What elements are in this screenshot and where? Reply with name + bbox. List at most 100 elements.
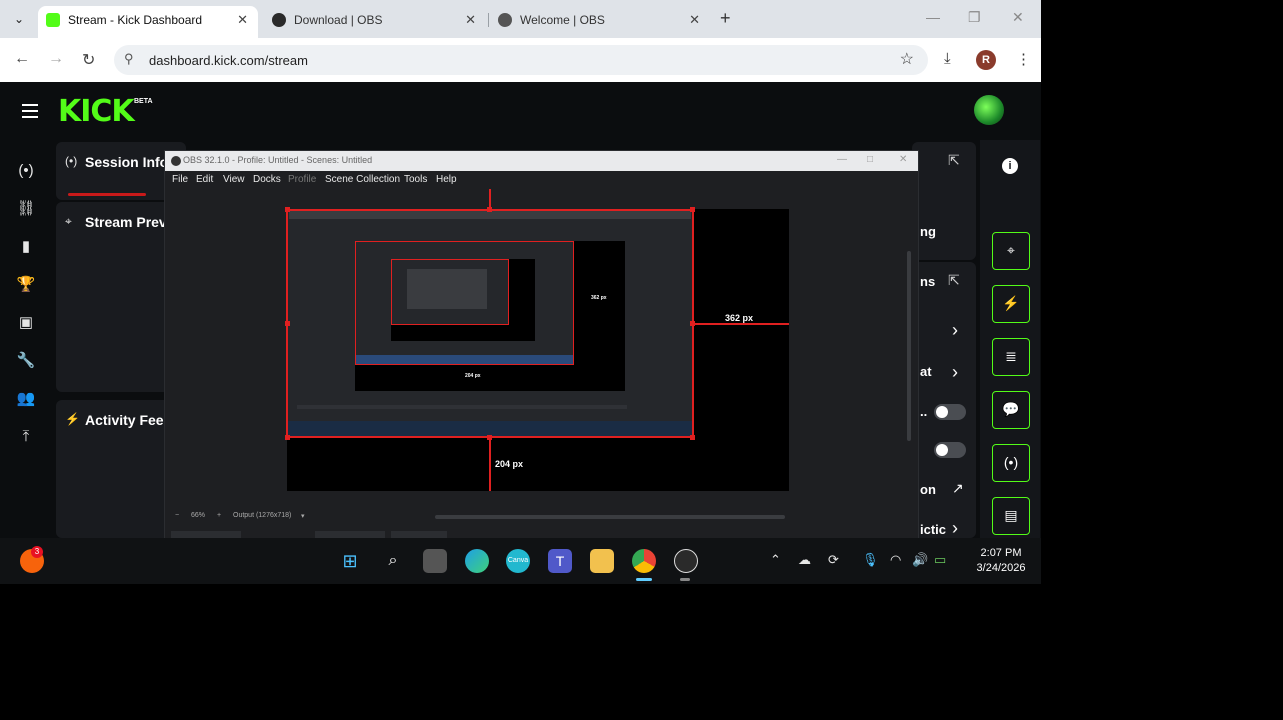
obs-taskbar-icon[interactable] xyxy=(674,549,698,573)
scan-icon[interactable]: ⌖ xyxy=(992,232,1030,270)
task-view-icon[interactable] xyxy=(423,549,447,573)
hamburger-menu-icon[interactable] xyxy=(22,104,38,122)
close-tab-icon[interactable]: ✕ xyxy=(689,6,700,34)
toggle-switch[interactable] xyxy=(934,404,966,420)
info-icon[interactable]: i xyxy=(1002,158,1018,174)
wifi-icon[interactable]: ◠ xyxy=(890,552,901,568)
wrench-icon[interactable]: 🔧 xyxy=(16,351,36,371)
chevron-right-icon[interactable]: › xyxy=(952,320,958,341)
menu-edit[interactable]: Edit xyxy=(196,174,213,185)
file-explorer-icon[interactable] xyxy=(590,549,614,573)
dropdown-icon[interactable]: ▾ xyxy=(301,512,305,520)
tab-search-icon[interactable]: ⌄ xyxy=(8,8,30,30)
edge-icon[interactable] xyxy=(465,549,489,573)
export-icon[interactable]: ⤒ xyxy=(16,427,36,447)
chevron-right-icon[interactable]: › xyxy=(952,518,958,539)
show-hidden-icons[interactable]: ⌃ xyxy=(770,552,781,568)
notes-icon[interactable]: ≣ xyxy=(992,338,1030,376)
site-info-icon[interactable]: ⚲ xyxy=(124,51,134,67)
tab-label: Welcome | OBS xyxy=(520,13,605,27)
nested-bounding-box-2 xyxy=(391,259,509,325)
resize-handle[interactable] xyxy=(285,321,290,326)
zoom-out-icon[interactable]: − xyxy=(175,512,179,519)
zoom-in-icon[interactable]: + xyxy=(217,512,221,519)
chrome-icon[interactable] xyxy=(632,549,656,573)
panel-fragment: ns xyxy=(920,274,936,289)
obs-preview-canvas[interactable]: 362 px 204 px 362 px 204 px xyxy=(285,189,789,491)
resize-handle[interactable] xyxy=(285,435,290,440)
cloud-icon[interactable]: ☁ xyxy=(798,552,811,568)
chevron-right-icon[interactable]: › xyxy=(952,362,958,383)
expand-icon[interactable]: ⇱ xyxy=(948,152,960,169)
users-icon[interactable]: 👥 xyxy=(16,389,36,409)
profile-avatar[interactable]: R xyxy=(976,50,996,70)
toggle-switch[interactable] xyxy=(934,442,966,458)
close-tab-icon[interactable]: ✕ xyxy=(237,6,248,34)
panel-title: Activity Feed xyxy=(85,412,173,428)
clock-date: 3/24/2026 xyxy=(976,562,1026,574)
battery-icon[interactable]: ▭ xyxy=(934,552,946,568)
quick-actions-bar: i ⌖ ⚡ ≣ 💬 (•) ▤ xyxy=(980,140,1040,538)
tab-download-obs[interactable]: Download | OBS ✕ xyxy=(264,6,486,38)
menu-profile[interactable]: Profile xyxy=(288,174,316,185)
bookmark-star-icon[interactable]: ☆ xyxy=(900,49,914,69)
right-guide-line xyxy=(693,323,789,325)
tab-welcome-obs[interactable]: Welcome | OBS ✕ xyxy=(490,6,710,38)
link-icon[interactable]: ⛓ xyxy=(16,199,36,219)
active-app-indicator xyxy=(636,578,652,581)
close-window-icon[interactable]: ✕ xyxy=(1012,9,1024,26)
windows-taskbar: ⊞ ⌕ Canva T ⌃ ☁ ⟳ 🎙 ◠ 🔊 ▭ 2:07 PM 3/24/2… xyxy=(0,538,1041,584)
zoom-level: 66% xyxy=(191,512,206,519)
obs-favicon-icon xyxy=(272,13,286,27)
menu-file[interactable]: File xyxy=(172,174,188,185)
menu-help[interactable]: Help xyxy=(436,174,457,185)
resize-handle[interactable] xyxy=(690,207,695,212)
minimize-icon[interactable]: — xyxy=(926,9,940,25)
tab-kick-dashboard[interactable]: Stream - Kick Dashboard ✕ xyxy=(38,6,258,38)
layout-icon[interactable]: ▤ xyxy=(992,497,1030,535)
kick-logo[interactable]: KICK xyxy=(58,94,135,129)
lightning-icon[interactable]: ⚡ xyxy=(992,285,1030,323)
analytics-icon[interactable]: ▮ xyxy=(16,237,36,257)
user-avatar[interactable] xyxy=(974,95,1004,125)
windows-start-icon[interactable]: ⊞ xyxy=(338,549,362,573)
browser-tab-strip: ⌄ Stream - Kick Dashboard ✕ Download | O… xyxy=(0,0,1041,38)
microphone-icon[interactable]: 🎙 xyxy=(862,552,879,568)
obs-menu-bar: File Edit View Docks Profile Scene Colle… xyxy=(165,171,918,189)
broadcast-icon[interactable]: (•) xyxy=(992,444,1030,482)
browser-toolbar: ← → ↻ ⚲ dashboard.kick.com/stream ☆ ⤓ ⋮ xyxy=(0,38,1041,82)
menu-scene-collection[interactable]: Scene Collection xyxy=(325,174,400,185)
video-icon[interactable]: ▣ xyxy=(16,313,36,333)
volume-icon[interactable]: 🔊 xyxy=(912,552,928,568)
restore-icon[interactable]: ❐ xyxy=(968,9,981,26)
maximize-icon[interactable]: □ xyxy=(867,154,873,165)
resize-handle[interactable] xyxy=(285,207,290,212)
close-tab-icon[interactable]: ✕ xyxy=(465,6,476,34)
menu-docks[interactable]: Docks xyxy=(253,174,281,185)
expand-icon[interactable]: ⇱ xyxy=(948,272,960,289)
reload-icon[interactable]: ↻ xyxy=(82,50,95,70)
trophy-icon[interactable]: 🏆 xyxy=(16,275,36,295)
chrome-menu-icon[interactable]: ⋮ xyxy=(1016,50,1031,68)
menu-view[interactable]: View xyxy=(223,174,245,185)
teams-icon[interactable]: T xyxy=(548,549,572,573)
obs-vertical-scrollbar[interactable] xyxy=(907,251,911,441)
tab-label: Download | OBS xyxy=(294,13,383,27)
download-icon[interactable]: ⤓ xyxy=(944,50,951,67)
obs-horizontal-scrollbar[interactable] xyxy=(435,515,785,519)
minimize-icon[interactable]: — xyxy=(837,154,847,165)
trend-icon[interactable]: ↗ xyxy=(952,480,964,497)
chat-icon[interactable]: 💬 xyxy=(992,391,1030,429)
address-bar[interactable]: ⚲ dashboard.kick.com/stream ☆ xyxy=(114,45,928,75)
sync-icon[interactable]: ⟳ xyxy=(828,552,839,568)
resize-handle[interactable] xyxy=(690,435,695,440)
new-tab-icon[interactable]: + xyxy=(720,8,731,29)
close-icon[interactable]: ✕ xyxy=(899,154,907,165)
stream-broadcast-icon[interactable]: (•) xyxy=(16,161,36,181)
back-icon[interactable]: ← xyxy=(14,50,30,68)
forward-icon[interactable]: → xyxy=(48,50,64,68)
search-icon[interactable]: ⌕ xyxy=(381,549,405,573)
taskbar-clock[interactable]: 2:07 PM 3/24/2026 xyxy=(966,546,1036,576)
menu-tools[interactable]: Tools xyxy=(404,174,427,185)
canva-icon[interactable]: Canva xyxy=(506,549,530,573)
